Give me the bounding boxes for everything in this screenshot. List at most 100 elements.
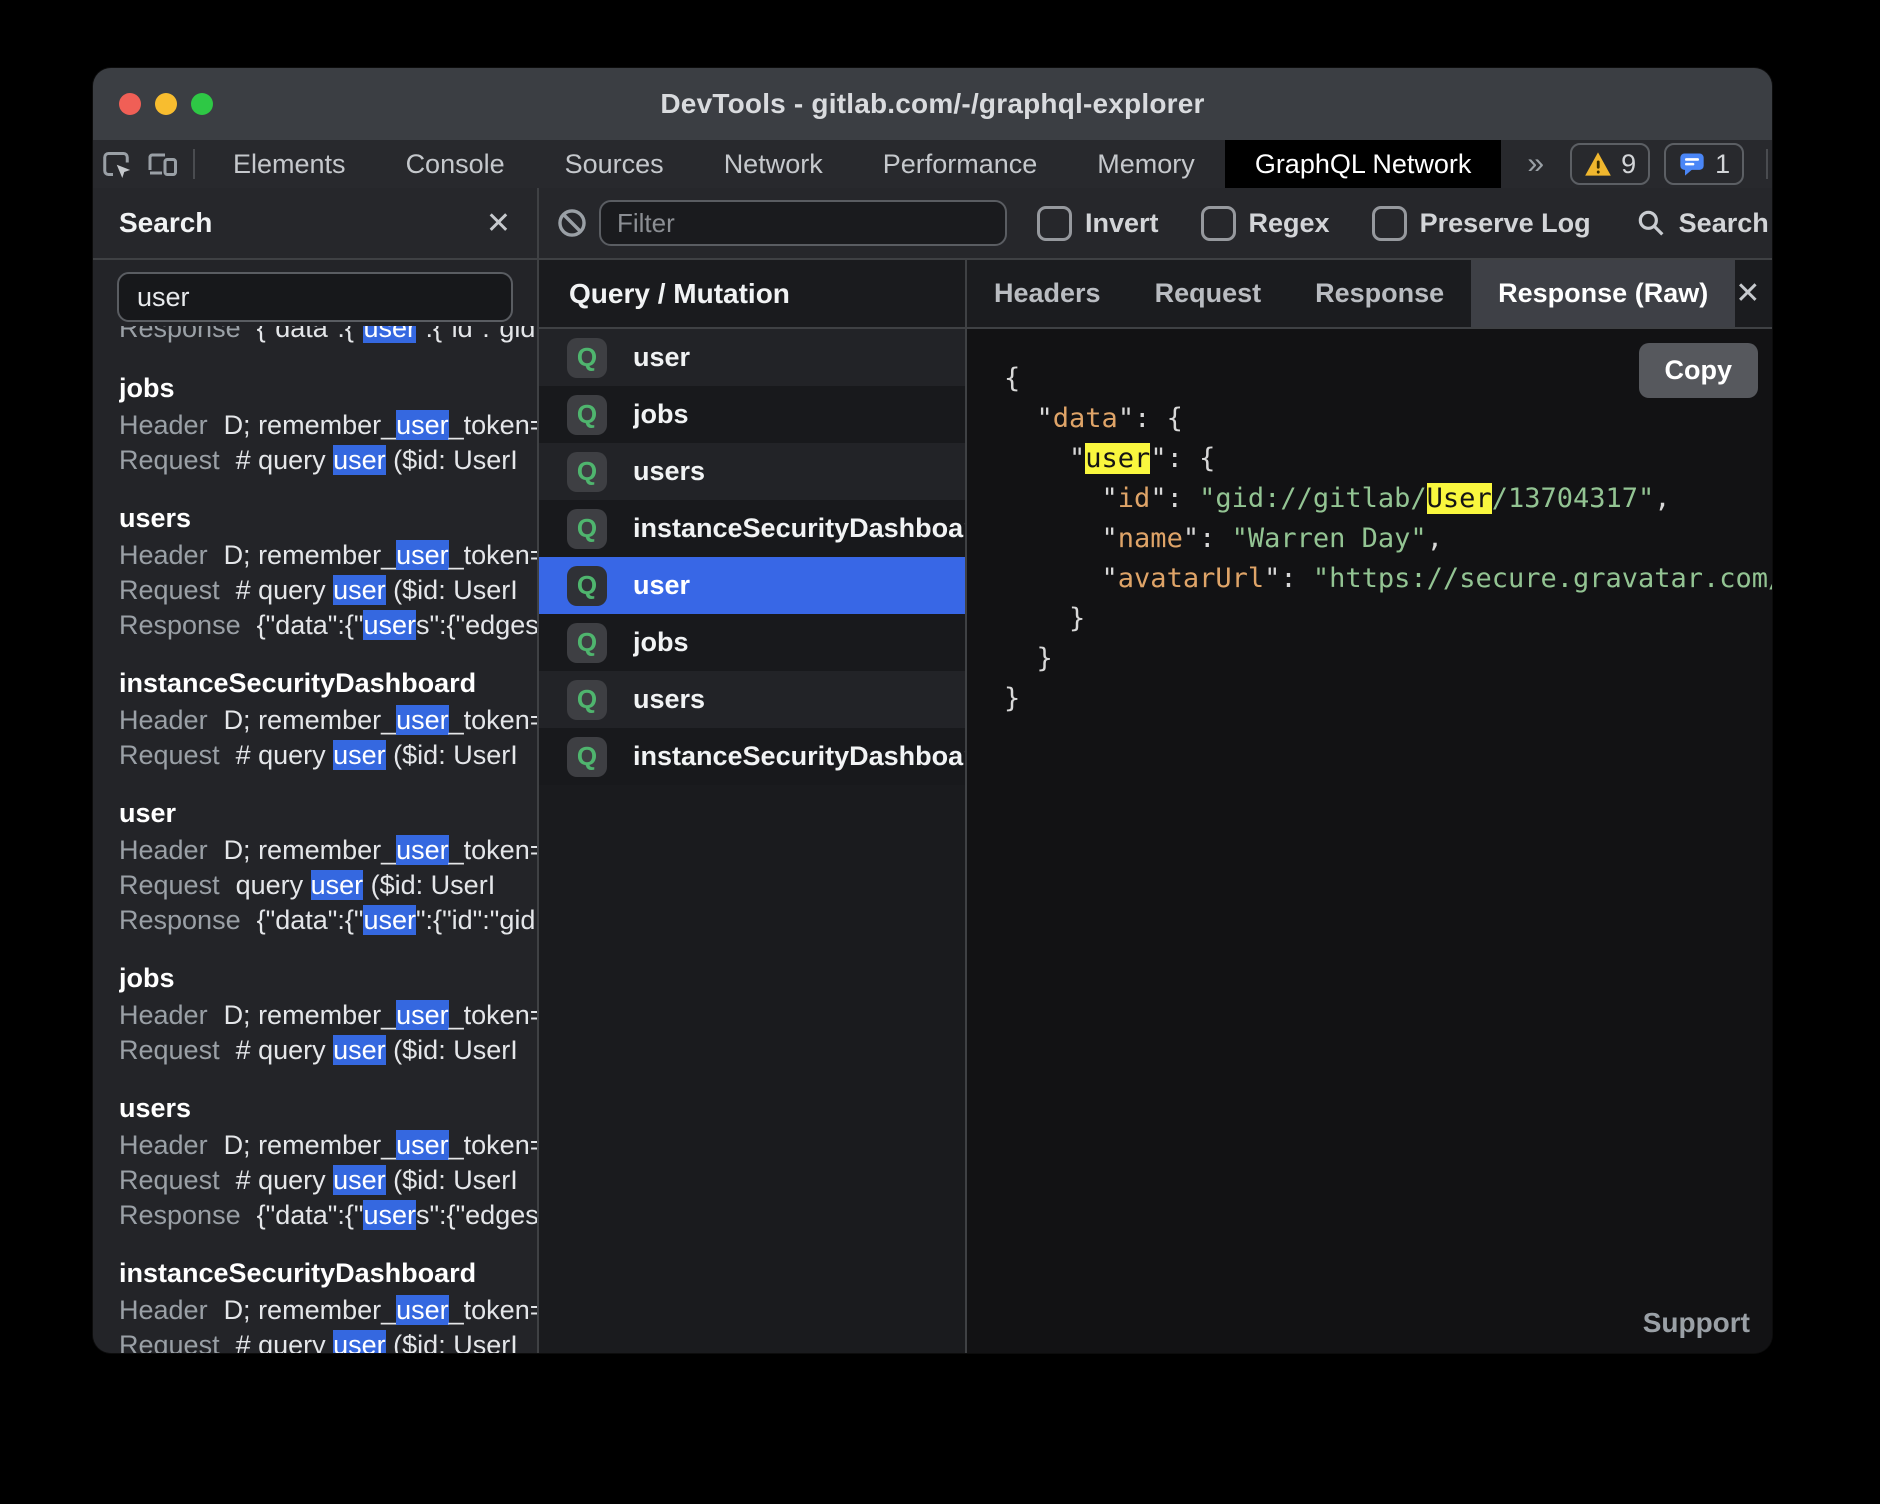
json-punctuation: ": { bbox=[1118, 403, 1183, 434]
search-result-line[interactable]: Response{"data":{"users":{"edges bbox=[119, 1198, 537, 1233]
network-area: Invert Regex Preserve Log Search Query / M… bbox=[539, 188, 1772, 1353]
search-result-group-name[interactable]: jobs bbox=[119, 368, 537, 408]
search-result-line[interactable]: Request# query user ($id: UserI bbox=[119, 1328, 537, 1353]
more-tabs-chevron[interactable]: » bbox=[1501, 140, 1570, 188]
minimize-window-button[interactable] bbox=[155, 93, 177, 115]
detail-tab-response[interactable]: Response bbox=[1288, 260, 1471, 327]
query-row-user[interactable]: Quser bbox=[539, 329, 965, 386]
json-punctuation: " bbox=[1004, 403, 1053, 434]
query-list-header: Query / Mutation bbox=[539, 260, 965, 329]
search-result-line[interactable]: Requestquery user ($id: UserI bbox=[119, 868, 537, 903]
search-result-line[interactable]: Request# query user ($id: UserI bbox=[119, 738, 537, 773]
search-result-line[interactable]: Response{"data":{"user":{"id":"gid bbox=[119, 326, 537, 346]
tab-elements[interactable]: Elements bbox=[203, 140, 376, 188]
json-line: } bbox=[1004, 639, 1772, 679]
search-result-line[interactable]: Response{"data":{"user":{"id":"gid bbox=[119, 903, 537, 938]
toolbar-divider bbox=[193, 149, 195, 179]
toolbar-search[interactable]: Search bbox=[1635, 207, 1769, 239]
close-search-panel-icon[interactable]: ✕ bbox=[486, 206, 511, 241]
device-toolbar-icon[interactable] bbox=[139, 140, 185, 188]
search-result-line[interactable]: Request# query user ($id: UserI bbox=[119, 443, 537, 478]
tab-performance[interactable]: Performance bbox=[853, 140, 1068, 188]
tab-network[interactable]: Network bbox=[694, 140, 853, 188]
messages-badge[interactable]: 1 bbox=[1664, 143, 1744, 185]
query-row-instancesecuritydashboard[interactable]: QinstanceSecurityDashboard bbox=[539, 500, 965, 557]
query-type-badge: Q bbox=[567, 566, 607, 606]
search-result-line[interactable]: HeaderD; remember_user_token=e bbox=[119, 703, 537, 738]
detail-tab-headers[interactable]: Headers bbox=[967, 260, 1128, 327]
search-result-line[interactable]: HeaderD; remember_user_token=e bbox=[119, 998, 537, 1033]
result-field-value: D; remember_user_token=e bbox=[224, 705, 537, 735]
json-punctuation: } bbox=[1004, 683, 1020, 714]
search-result-group-name[interactable]: users bbox=[119, 498, 537, 538]
search-result-line[interactable]: HeaderD; remember_user_token=e bbox=[119, 538, 537, 573]
filter-option-invert[interactable]: Invert bbox=[1037, 206, 1159, 241]
query-row-jobs[interactable]: Qjobs bbox=[539, 614, 965, 671]
search-result-line[interactable]: Request# query user ($id: UserI bbox=[119, 1033, 537, 1068]
tab-console[interactable]: Console bbox=[376, 140, 535, 188]
window-title: DevTools - gitlab.com/-/graphql-explorer bbox=[660, 88, 1204, 120]
search-result-line[interactable]: Request# query user ($id: UserI bbox=[119, 573, 537, 608]
close-detail-icon[interactable]: ✕ bbox=[1735, 260, 1772, 327]
traffic-lights bbox=[119, 68, 213, 140]
result-text: _token=e bbox=[449, 705, 537, 735]
result-text: ($id: UserI bbox=[363, 870, 495, 900]
result-field-label: Request bbox=[119, 740, 220, 770]
detail-tab-response-raw[interactable]: Response (Raw) bbox=[1471, 260, 1735, 327]
match-highlight: user bbox=[333, 1330, 386, 1353]
query-list-panel: Query / Mutation QuserQjobsQusersQinstan… bbox=[539, 260, 967, 1353]
search-result-line[interactable]: Response{"data":{"users":{"edges bbox=[119, 608, 537, 643]
filter-options: Invert Regex Preserve Log bbox=[1037, 206, 1633, 241]
tab-sources[interactable]: Sources bbox=[535, 140, 694, 188]
filter-option-regex[interactable]: Regex bbox=[1201, 206, 1330, 241]
result-field-label: Request bbox=[119, 1035, 220, 1065]
zoom-window-button[interactable] bbox=[191, 93, 213, 115]
search-result-line[interactable]: HeaderD; remember_user_token=e bbox=[119, 833, 537, 868]
toolbar-divider bbox=[1766, 149, 1768, 179]
result-field-value: query user ($id: UserI bbox=[236, 870, 496, 900]
tab-graphql-network[interactable]: GraphQL Network bbox=[1225, 140, 1502, 188]
tab-memory[interactable]: Memory bbox=[1067, 140, 1225, 188]
query-row-user[interactable]: Quser bbox=[539, 557, 965, 614]
search-result-group-name[interactable]: jobs bbox=[119, 958, 537, 998]
search-result-line[interactable]: HeaderD; remember_user_token=e bbox=[119, 1128, 537, 1163]
query-row-label: user bbox=[633, 570, 690, 601]
copy-button[interactable]: Copy bbox=[1639, 343, 1759, 398]
result-text: # query bbox=[236, 740, 334, 770]
search-result-line[interactable]: HeaderD; remember_user_token=e bbox=[119, 408, 537, 443]
checkbox-preserve-log[interactable] bbox=[1372, 206, 1407, 241]
query-row-instancesecuritydashboard[interactable]: QinstanceSecurityDashboard bbox=[539, 728, 965, 785]
filter-option-preserve-log[interactable]: Preserve Log bbox=[1372, 206, 1591, 241]
filter-input[interactable] bbox=[599, 200, 1007, 246]
support-link[interactable]: Support bbox=[1643, 1307, 1750, 1339]
checkbox-regex[interactable] bbox=[1201, 206, 1236, 241]
json-key: name bbox=[1118, 523, 1183, 554]
search-result-group-name[interactable]: users bbox=[119, 1088, 537, 1128]
query-type-badge: Q bbox=[567, 395, 607, 435]
result-field-value: {"data":{"user":{"id":"gid bbox=[257, 326, 536, 343]
result-text: _token=e bbox=[449, 410, 537, 440]
checkbox-invert[interactable] bbox=[1037, 206, 1072, 241]
search-icon bbox=[1635, 207, 1667, 239]
titlebar: DevTools - gitlab.com/-/graphql-explorer bbox=[93, 68, 1772, 140]
json-punctuation: " bbox=[1004, 523, 1118, 554]
close-window-button[interactable] bbox=[119, 93, 141, 115]
search-result-group-name[interactable]: user bbox=[119, 793, 537, 833]
detail-tab-request[interactable]: Request bbox=[1128, 260, 1289, 327]
clear-icon[interactable] bbox=[549, 206, 595, 240]
search-result-group-name[interactable]: instanceSecurityDashboard bbox=[119, 1253, 537, 1293]
search-input[interactable] bbox=[117, 272, 513, 322]
query-row-jobs[interactable]: Qjobs bbox=[539, 386, 965, 443]
query-row-users[interactable]: Qusers bbox=[539, 443, 965, 500]
result-text: ($id: UserI bbox=[386, 445, 518, 475]
result-field-value: D; remember_user_token=e bbox=[224, 1130, 537, 1160]
chat-bubble-icon bbox=[1678, 150, 1706, 178]
inspect-element-icon[interactable] bbox=[93, 140, 139, 188]
search-result-line[interactable]: Request# query user ($id: UserI bbox=[119, 1163, 537, 1198]
result-text: s":{"edges bbox=[416, 1200, 537, 1230]
query-row-users[interactable]: Qusers bbox=[539, 671, 965, 728]
match-highlight: user bbox=[396, 1130, 449, 1160]
warnings-badge[interactable]: 9 bbox=[1570, 143, 1650, 185]
search-result-line[interactable]: HeaderD; remember_user_token=e bbox=[119, 1293, 537, 1328]
search-result-group-name[interactable]: instanceSecurityDashboard bbox=[119, 663, 537, 703]
